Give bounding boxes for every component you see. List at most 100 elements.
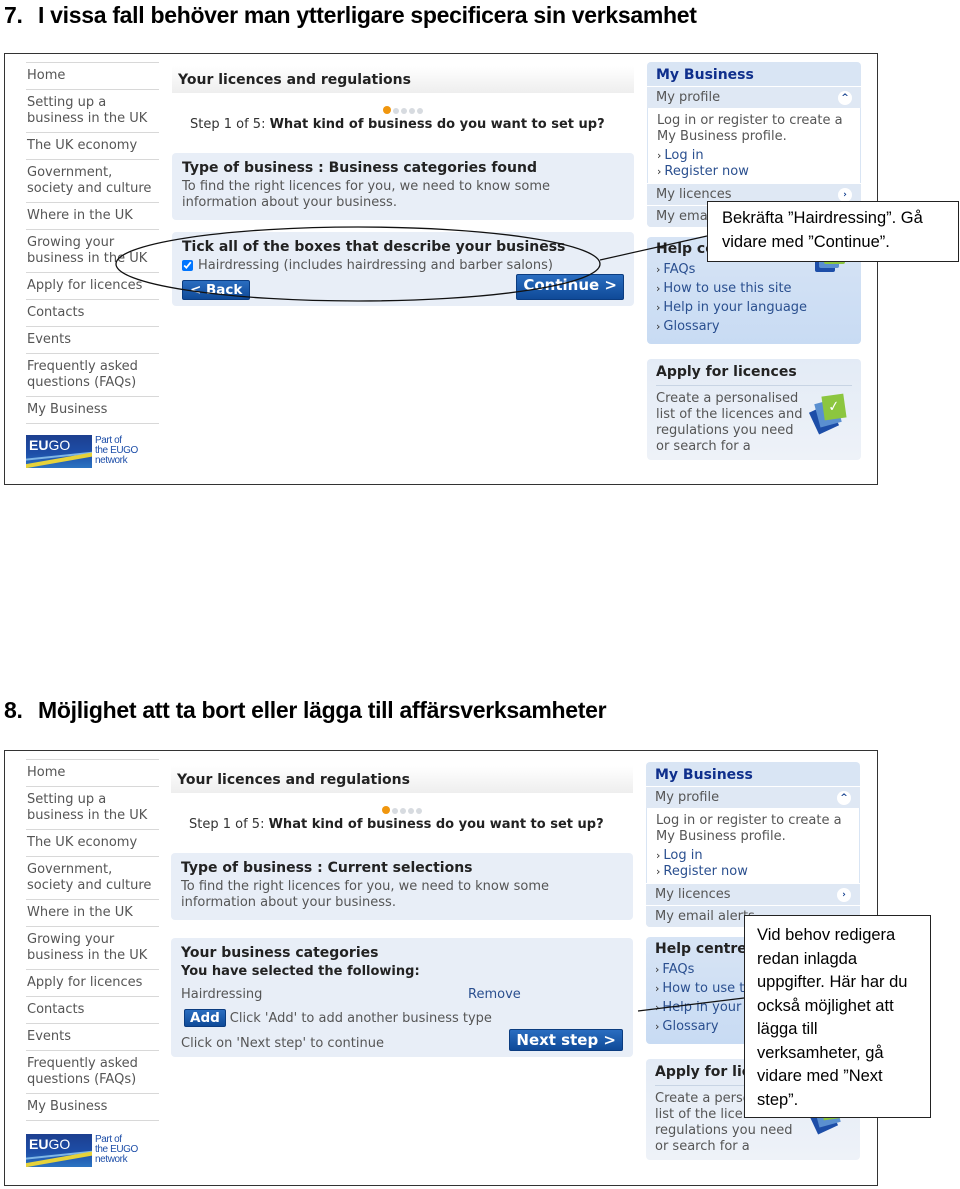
nav-item-contacts[interactable]: Contacts bbox=[26, 996, 159, 1023]
chevron-right-icon: › bbox=[655, 963, 660, 976]
screenshot-step-7: Home Setting up a business in the UK The… bbox=[4, 53, 878, 485]
chevron-right-icon: › bbox=[656, 320, 661, 333]
page-title: Your licences and regulations bbox=[172, 66, 634, 93]
my-business-box: My Business My profile ^ Log in or regist… bbox=[646, 762, 860, 927]
add-row: Add Click 'Add' to add another business … bbox=[181, 1009, 623, 1027]
progress-dot bbox=[401, 108, 407, 114]
chevron-right-icon: › bbox=[656, 849, 661, 862]
tick-title: Tick all of the boxes that describe your… bbox=[182, 239, 566, 255]
my-licences-row[interactable]: My licences › bbox=[646, 883, 860, 905]
page-title: Your licences and regulations bbox=[171, 766, 633, 793]
nav-item-home[interactable]: Home bbox=[26, 759, 159, 786]
chevron-right-icon: › bbox=[656, 282, 661, 295]
eugo-tagline: Part of the EUGO network bbox=[95, 1134, 138, 1165]
chevron-right-icon: › bbox=[656, 301, 661, 314]
nav-item-contacts[interactable]: Contacts bbox=[26, 299, 159, 326]
eugo-logo[interactable]: EUGO Part of the EUGO network bbox=[26, 434, 146, 468]
login-link[interactable]: Log in bbox=[663, 848, 702, 863]
type-of-business-panel: Type of business : Business categories f… bbox=[172, 153, 634, 220]
nav-item-home[interactable]: Home bbox=[26, 62, 159, 89]
my-profile-row[interactable]: My profile ^ bbox=[647, 86, 861, 108]
nav-item-setting-up[interactable]: Setting up a business in the UK bbox=[26, 89, 159, 132]
register-link[interactable]: Register now bbox=[664, 164, 748, 179]
progress-dot-active bbox=[383, 106, 391, 114]
left-navigation: Home Setting up a business in the UK The… bbox=[26, 62, 159, 424]
hairdressing-checkbox[interactable] bbox=[182, 260, 193, 271]
progress-dot bbox=[393, 108, 399, 114]
nav-item-government[interactable]: Government, society and culture bbox=[26, 856, 159, 899]
eugo-logo[interactable]: EUGO Part of the EUGO network bbox=[26, 1133, 146, 1167]
nav-item-events[interactable]: Events bbox=[26, 1023, 159, 1050]
profile-body: Log in or register to create a My Busine… bbox=[646, 808, 860, 883]
nav-item-uk-economy[interactable]: The UK economy bbox=[26, 132, 159, 159]
nav-item-my-business[interactable]: My Business bbox=[26, 396, 159, 424]
help-link-faqs[interactable]: FAQs bbox=[662, 962, 694, 977]
remove-link[interactable]: Remove bbox=[468, 987, 521, 1002]
nav-item-growing[interactable]: Growing your business in the UK bbox=[26, 926, 159, 969]
back-button[interactable]: < Back bbox=[182, 280, 251, 300]
progress-dot bbox=[417, 108, 423, 114]
callout-step-7: Bekräfta ”Hairdressing”. Gå vidare med ”… bbox=[707, 201, 959, 262]
chevron-right-icon: › bbox=[655, 1001, 660, 1014]
my-profile-row[interactable]: My profile ^ bbox=[646, 786, 860, 808]
progress-dot bbox=[400, 808, 406, 814]
progress-dots bbox=[171, 805, 633, 815]
chevron-right-icon: › bbox=[656, 865, 661, 878]
panel-title: Type of business : Current selections bbox=[181, 860, 473, 876]
progress-dot bbox=[408, 808, 414, 814]
checklist-icon: ✓ bbox=[808, 393, 847, 435]
eugo-logo-mark: EUGO bbox=[26, 1133, 92, 1167]
nav-item-uk-economy[interactable]: The UK economy bbox=[26, 829, 159, 856]
chevron-right-icon: › bbox=[657, 149, 662, 162]
progress-dot-active bbox=[382, 806, 390, 814]
chevron-up-icon[interactable]: ^ bbox=[838, 90, 852, 105]
selected-label: You have selected the following: bbox=[181, 964, 420, 979]
apply-for-licences-box: Apply for licences Create a personalised… bbox=[647, 359, 861, 460]
add-button[interactable]: Add bbox=[184, 1009, 226, 1027]
type-of-business-panel: Type of business : Current selections To… bbox=[171, 853, 633, 920]
nav-item-events[interactable]: Events bbox=[26, 326, 159, 353]
nav-item-my-business[interactable]: My Business bbox=[26, 1093, 159, 1121]
apply-title: Apply for licences bbox=[656, 364, 852, 386]
callout-step-8: Vid behov redigera redan inlagda uppgift… bbox=[744, 915, 931, 1118]
tick-boxes-panel: Tick all of the boxes that describe your… bbox=[172, 232, 634, 306]
next-step-button[interactable]: Next step > bbox=[509, 1029, 623, 1051]
left-navigation: Home Setting up a business in the UK The… bbox=[26, 759, 159, 1121]
login-link[interactable]: Log in bbox=[664, 148, 703, 163]
nav-item-growing[interactable]: Growing your business in the UK bbox=[26, 229, 159, 272]
help-link-glossary[interactable]: Glossary bbox=[662, 1019, 718, 1034]
help-link-how-to-use[interactable]: How to use this site bbox=[663, 281, 791, 296]
chevron-right-icon: › bbox=[655, 1020, 660, 1033]
nav-item-setting-up[interactable]: Setting up a business in the UK bbox=[26, 786, 159, 829]
help-link-language[interactable]: Help in your language bbox=[663, 300, 807, 315]
nav-item-faqs[interactable]: Frequently asked questions (FAQs) bbox=[26, 353, 159, 396]
nav-item-apply[interactable]: Apply for licences bbox=[26, 969, 159, 996]
chevron-right-icon[interactable]: › bbox=[837, 887, 851, 902]
progress-dot bbox=[392, 808, 398, 814]
selected-item-row: Hairdressing Remove bbox=[181, 987, 623, 1002]
my-business-title: My Business bbox=[656, 67, 754, 83]
selected-item: Hairdressing bbox=[181, 987, 263, 1002]
main-content: Your licences and regulations Step 1 of … bbox=[172, 66, 634, 306]
nav-item-government[interactable]: Government, society and culture bbox=[26, 159, 159, 202]
help-link-faqs[interactable]: FAQs bbox=[663, 262, 695, 277]
step-label: Step 1 of 5: What kind of business do yo… bbox=[190, 117, 605, 132]
chevron-right-icon[interactable]: › bbox=[838, 187, 852, 202]
nav-item-faqs[interactable]: Frequently asked questions (FAQs) bbox=[26, 1050, 159, 1093]
nav-item-apply[interactable]: Apply for licences bbox=[26, 272, 159, 299]
continue-button[interactable]: Continue > bbox=[516, 274, 624, 300]
help-link-glossary[interactable]: Glossary bbox=[663, 319, 719, 334]
panel-title: Type of business : Business categories f… bbox=[182, 160, 537, 176]
eugo-tagline: Part of the EUGO network bbox=[95, 435, 138, 466]
register-link[interactable]: Register now bbox=[663, 864, 747, 879]
apply-text: Create a personalised list of the licenc… bbox=[656, 391, 803, 454]
nav-item-where-in-uk[interactable]: Where in the UK bbox=[26, 202, 159, 229]
chevron-up-icon[interactable]: ^ bbox=[837, 790, 851, 805]
categories-title: Your business categories bbox=[181, 945, 379, 961]
my-business-title: My Business bbox=[655, 767, 753, 783]
hairdressing-checkbox-row[interactable]: Hairdressing (includes hairdressing and … bbox=[182, 258, 624, 273]
nav-item-where-in-uk[interactable]: Where in the UK bbox=[26, 899, 159, 926]
section-7-heading: 7. I vissa fall behöver man ytterligare s… bbox=[4, 2, 697, 28]
progress-dots bbox=[172, 105, 634, 115]
next-hint: Click on 'Next step' to continue bbox=[181, 1036, 384, 1051]
